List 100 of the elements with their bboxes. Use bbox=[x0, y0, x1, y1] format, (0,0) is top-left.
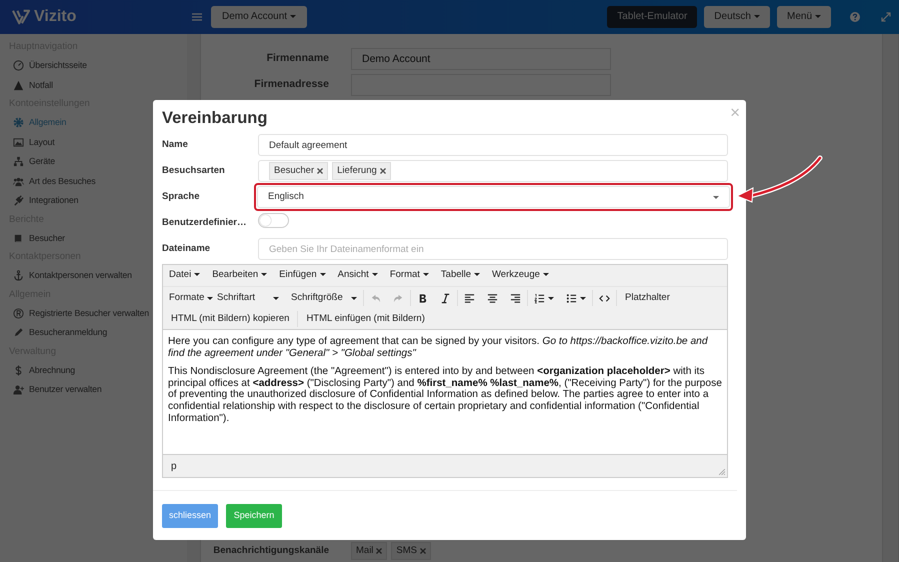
pencil-icon bbox=[13, 327, 24, 338]
caret-icon bbox=[713, 196, 719, 198]
warning-icon bbox=[13, 80, 24, 91]
plug-icon bbox=[13, 195, 24, 206]
sidebar-item[interactable]: Allgemein bbox=[9, 113, 66, 132]
gauge-icon bbox=[13, 60, 24, 72]
remove-icon bbox=[376, 548, 382, 554]
field-label: Dateiname bbox=[162, 242, 212, 256]
align-center-icon bbox=[487, 292, 498, 304]
sidebar-item[interactable]: Art des Besuches bbox=[9, 172, 96, 191]
field-label: Firmenadresse bbox=[253, 77, 329, 92]
field-label: Besuchsarten bbox=[162, 164, 226, 178]
numbered-list-icon bbox=[534, 292, 545, 304]
menu-item[interactable]: Einfügen bbox=[273, 264, 332, 286]
menu-icon bbox=[192, 13, 202, 21]
sidebar-item[interactable]: Registrierte Besucher verwalten bbox=[9, 304, 150, 323]
sidebar-item[interactable]: Notfall bbox=[9, 76, 53, 95]
align-left-icon bbox=[464, 292, 475, 304]
editor-content[interactable] bbox=[163, 329, 727, 455]
account-dropdown[interactable]: Demo Account bbox=[211, 6, 308, 28]
anchor-icon bbox=[13, 270, 24, 282]
toolbar-button[interactable]: HTML (mit Bildern) kopieren bbox=[163, 309, 298, 329]
redo-icon bbox=[393, 292, 404, 304]
menu-item[interactable]: Datei bbox=[163, 264, 206, 286]
tag: Besucher bbox=[269, 162, 328, 180]
caret-icon bbox=[542, 273, 549, 276]
sidebar-item[interactable]: Geräte bbox=[9, 152, 55, 172]
toolbar-dropdown[interactable]: Schriftgröße bbox=[285, 287, 363, 309]
toolbar-dropdown[interactable]: Formate bbox=[163, 287, 211, 309]
sidebar-item[interactable]: Benutzer verwalten bbox=[9, 380, 102, 400]
resize-handle-icon[interactable] bbox=[719, 469, 725, 475]
menu-item[interactable]: Format bbox=[384, 264, 435, 286]
code-icon bbox=[599, 292, 610, 304]
gear-icon bbox=[13, 117, 24, 128]
sidebar-item[interactable]: Integrationen bbox=[9, 191, 78, 210]
tag-field[interactable]: Besucher Lieferung bbox=[258, 160, 728, 182]
registered-icon bbox=[13, 308, 24, 319]
caret-icon bbox=[273, 296, 279, 300]
brand-name: Vizito bbox=[34, 7, 76, 27]
field-label: Sprache bbox=[162, 190, 200, 204]
dropdown-button[interactable]: Menü bbox=[776, 6, 831, 28]
caret-icon bbox=[815, 14, 821, 18]
sidebar-item[interactable]: Layout bbox=[9, 132, 55, 152]
sitemap-icon bbox=[13, 156, 24, 168]
tag: Mail bbox=[351, 542, 388, 560]
menu-item[interactable]: Bearbeiten bbox=[206, 264, 274, 286]
toggle-switch[interactable] bbox=[258, 213, 289, 228]
menu-item[interactable]: Tabelle bbox=[434, 264, 486, 286]
help-icon[interactable] bbox=[850, 12, 860, 22]
sidebar-item[interactable]: Besucher bbox=[9, 228, 65, 248]
input-field[interactable]: Default agreement bbox=[258, 134, 728, 156]
users-icon bbox=[13, 176, 24, 187]
remove-icon bbox=[420, 548, 426, 554]
input-field[interactable]: Geben Sie Ihr Dateinamenformat ein bbox=[258, 238, 728, 260]
sidebar-item[interactable]: Abrechnung bbox=[9, 360, 75, 380]
sidebar-item[interactable]: Besucheranmeldung bbox=[9, 323, 108, 342]
emulator-button[interactable]: Tablet-Emulator bbox=[607, 6, 698, 28]
remove-icon bbox=[380, 168, 386, 174]
user-plus-icon bbox=[13, 384, 24, 396]
field-label: Benutzerdefinier… bbox=[162, 216, 248, 230]
toolbar-button[interactable]: HTML einfügen (mit Bildern) bbox=[298, 309, 433, 329]
italic-icon bbox=[440, 292, 451, 304]
tag: SMS bbox=[391, 542, 432, 560]
caret-icon bbox=[474, 273, 480, 276]
caret-icon bbox=[754, 14, 760, 18]
placeholder-button[interactable]: Platzhalter bbox=[617, 287, 678, 309]
dollar-icon bbox=[13, 364, 24, 376]
tag: Lieferung bbox=[332, 162, 391, 180]
close-button[interactable]: × bbox=[730, 100, 740, 126]
caret-icon bbox=[194, 273, 200, 276]
caret-icon bbox=[580, 296, 586, 300]
sidebar-item[interactable]: Übersichtsseite bbox=[9, 56, 87, 76]
bold-icon bbox=[417, 292, 428, 304]
save-button[interactable]: Speichern bbox=[226, 504, 282, 528]
dialog-title: Vereinbarung bbox=[162, 108, 268, 129]
bullet-list-icon bbox=[566, 292, 577, 304]
caret-icon bbox=[372, 273, 378, 276]
menu-item[interactable]: Werkzeuge bbox=[486, 264, 555, 286]
image-icon bbox=[13, 136, 24, 148]
logo-icon bbox=[12, 9, 30, 25]
caret-icon bbox=[422, 273, 429, 276]
caret-icon bbox=[351, 296, 357, 300]
element-path: p bbox=[171, 460, 177, 474]
input-field[interactable]: Demo Account bbox=[351, 48, 611, 70]
toolbar-dropdown[interactable]: Schriftart bbox=[211, 287, 285, 309]
caret-icon bbox=[290, 14, 296, 18]
book-icon bbox=[13, 232, 24, 244]
menu-item[interactable]: Ansicht bbox=[332, 264, 384, 286]
paragraph: This Nondisclosure Agreement (the "Agreement") is entered into by and between <organization placeholder> with its principal offices at <address> ("Disclosing Party") and %first_name% %last_name%, ("Receiving Party") for the purpose of preventing the unauthorized disclosure of Confidential Information as defined below. The parties agree to enter into a confidential relationship with respect to the disclosure of certain proprietary and confidential information ("Confidential Information"). bbox=[168, 366, 722, 424]
sidebar-item[interactable]: Kontaktpersonen verwalten bbox=[9, 266, 132, 286]
paragraph: Here you can configure any type of agreement that can be signed by your visitors. Go to https://backoffice.vizito.be and find the agreement under "General" > "Global settings" bbox=[168, 336, 709, 360]
language-select[interactable]: Englisch bbox=[257, 186, 730, 208]
field-label: Name bbox=[162, 138, 189, 152]
close-dialog-button[interactable]: schliessen bbox=[162, 504, 218, 528]
undo-icon bbox=[370, 292, 381, 304]
remove-icon bbox=[317, 168, 324, 174]
caret-icon bbox=[320, 273, 326, 276]
dropdown-button[interactable]: Deutsch bbox=[704, 6, 770, 28]
caret-icon bbox=[548, 296, 554, 300]
caret-icon bbox=[261, 273, 268, 276]
